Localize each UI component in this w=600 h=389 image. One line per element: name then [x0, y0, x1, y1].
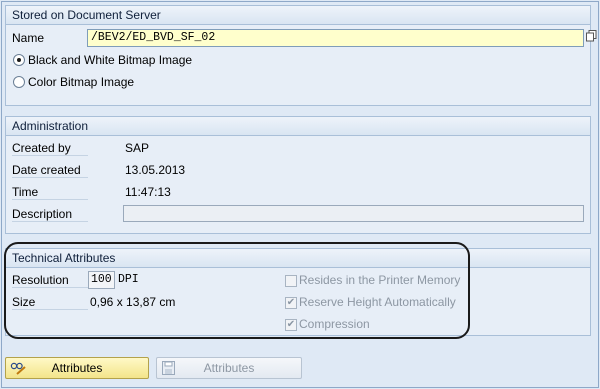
radio-color-label: Color Bitmap Image [28, 75, 135, 89]
created-by-label: Created by [12, 141, 88, 156]
radio-color-bitmap[interactable] [13, 76, 25, 88]
highlight-annotation [4, 242, 470, 339]
attributes-button-label: Attributes [51, 361, 103, 375]
date-created-label: Date created [12, 163, 88, 178]
attributes-save-button-label: Attributes [203, 361, 255, 375]
attributes-save-button[interactable]: Attributes [156, 357, 302, 379]
description-label: Description [12, 207, 88, 222]
radio-bw-label: Black and White Bitmap Image [28, 53, 193, 67]
radio-bw-bitmap[interactable] [13, 54, 25, 66]
time-value: 11:47:13 [125, 185, 171, 199]
date-created-value: 13.05.2013 [125, 163, 186, 177]
name-label: Name [12, 31, 45, 45]
time-label: Time [12, 185, 88, 200]
group-title: Stored on Document Server [6, 6, 590, 25]
copy-icon[interactable] [586, 30, 597, 42]
name-field[interactable]: /BEV2/ED_BVD_SF_02 [87, 29, 584, 47]
attributes-button[interactable]: Attributes [5, 357, 149, 379]
group-title: Administration [6, 117, 590, 136]
description-field[interactable] [123, 205, 584, 222]
created-by-value: SAP [125, 141, 150, 155]
